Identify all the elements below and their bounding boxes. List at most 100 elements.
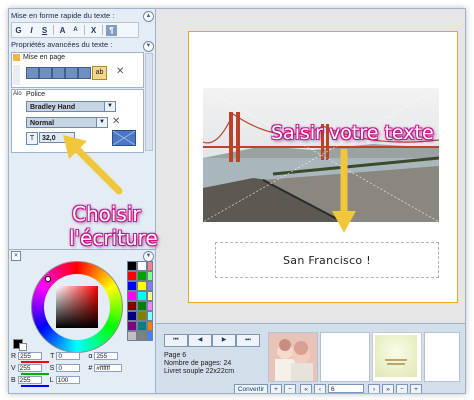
palette-color[interactable] xyxy=(127,281,137,291)
palette-color[interactable] xyxy=(127,261,137,271)
align-vertical-button[interactable] xyxy=(78,67,91,79)
palette-color[interactable] xyxy=(127,311,137,321)
palette-color[interactable] xyxy=(137,311,147,321)
next-page-small-button[interactable]: › xyxy=(368,384,380,393)
palette-color[interactable] xyxy=(127,321,137,331)
italic-button[interactable]: I xyxy=(26,25,37,36)
thumbnail-text-line xyxy=(385,359,407,361)
format-label: Livret souple 22x22cm xyxy=(164,368,235,375)
page-thumbnail[interactable] xyxy=(268,332,318,382)
palette-color[interactable] xyxy=(147,291,153,301)
underline-button[interactable]: S xyxy=(39,25,50,36)
palette-color[interactable] xyxy=(137,331,147,341)
alpha-label: α xyxy=(88,352,93,360)
palette-color[interactable] xyxy=(147,261,153,271)
font-name-dropdown[interactable]: Bradley Hand ▼ xyxy=(26,101,116,112)
toolbar-separator xyxy=(53,25,54,35)
previous-page-button[interactable]: ◀ xyxy=(188,334,212,347)
portrait-thumbnail-image xyxy=(269,333,317,381)
golden-gate-photo[interactable] xyxy=(203,88,439,222)
palette-color[interactable] xyxy=(147,321,153,331)
blue-input[interactable]: 255 xyxy=(17,376,42,384)
align-center-button[interactable] xyxy=(39,67,52,79)
palette-color[interactable] xyxy=(147,301,153,311)
close-layout-icon[interactable]: ✕ xyxy=(116,66,124,77)
paragraph-button[interactable]: ¶ xyxy=(106,24,117,36)
prev-page-small-button[interactable]: ‹ xyxy=(314,384,326,393)
photo-image xyxy=(203,88,439,222)
next-page-button[interactable]: ▶ xyxy=(212,334,236,347)
close-color-panel-icon[interactable]: ✕ xyxy=(11,251,21,261)
rgb-label: R xyxy=(11,352,17,360)
zoom-out-button[interactable]: − xyxy=(396,384,408,393)
l-label: L xyxy=(49,376,54,384)
collapse-quick-format-icon[interactable]: ▲ xyxy=(143,11,154,22)
first-page-button[interactable]: ⏮ xyxy=(164,334,188,347)
palette-color[interactable] xyxy=(137,301,147,311)
red-input[interactable]: 255 xyxy=(18,352,43,360)
s-input[interactable]: 0 xyxy=(56,364,81,372)
remove-page-button[interactable]: − xyxy=(284,384,296,393)
clear-format-button[interactable]: X xyxy=(88,25,99,36)
palette-color[interactable] xyxy=(147,331,153,341)
palette-color[interactable] xyxy=(127,301,137,311)
palette-color[interactable] xyxy=(137,291,147,301)
panel-scrollbar[interactable] xyxy=(145,53,153,151)
app-window: Mise en forme rapide du texte : ▲ G I S … xyxy=(8,8,466,394)
page-thumbnail[interactable] xyxy=(320,332,370,382)
palette-color[interactable] xyxy=(147,271,153,281)
green-input[interactable]: 255 xyxy=(17,364,42,372)
font-style-dropdown[interactable]: Normal ▼ xyxy=(26,117,108,128)
alpha-input[interactable]: 255 xyxy=(94,352,119,360)
page-thumbnail[interactable] xyxy=(372,332,422,382)
quick-format-toolbar: G I S A A X ¶ xyxy=(11,22,139,38)
palette-color[interactable] xyxy=(147,311,153,321)
font-grow-button[interactable]: A xyxy=(57,25,68,36)
arrow-up-left-icon xyxy=(63,135,123,195)
palette-color[interactable] xyxy=(127,271,137,281)
l-input[interactable]: 100 xyxy=(55,376,80,384)
bold-button[interactable]: G xyxy=(13,25,24,36)
layout-side-tab xyxy=(13,65,20,85)
font-name-value: Bradley Hand xyxy=(30,104,76,111)
hex-input[interactable]: #ffffff xyxy=(94,364,123,372)
align-left-button[interactable] xyxy=(26,67,39,79)
floral-thumbnail-image xyxy=(375,335,417,377)
font-shrink-button[interactable]: A xyxy=(70,25,81,36)
palette-color[interactable] xyxy=(147,281,153,291)
t-input[interactable]: 0 xyxy=(56,352,81,360)
convert-button[interactable]: Convertir xyxy=(234,384,268,393)
font-side-label: Alo xyxy=(13,91,22,97)
page-number-input[interactable]: 6 xyxy=(328,384,364,393)
align-justify-button[interactable] xyxy=(65,67,78,79)
album-page[interactable]: San Francisco ! xyxy=(188,31,458,303)
blue-slider[interactable] xyxy=(21,385,49,387)
chevron-down-icon: ▼ xyxy=(104,102,115,111)
palette-color[interactable] xyxy=(127,291,137,301)
palette-color[interactable] xyxy=(137,271,147,281)
align-right-button[interactable] xyxy=(52,67,65,79)
previous-color-swatch[interactable] xyxy=(19,343,27,351)
collapse-advanced-icon[interactable]: ▼ xyxy=(143,41,154,52)
color-square[interactable] xyxy=(56,286,98,328)
left-panel: Mise en forme rapide du texte : ▲ G I S … xyxy=(9,9,156,393)
add-page-button[interactable]: + xyxy=(270,384,282,393)
palette-color[interactable] xyxy=(127,331,137,341)
close-font-icon[interactable]: ✕ xyxy=(112,116,120,127)
hue-picker-handle[interactable] xyxy=(45,276,51,282)
palette-color[interactable] xyxy=(137,321,147,331)
last-page-button[interactable]: ⏭ xyxy=(236,334,260,347)
last-page-small-button[interactable]: » xyxy=(382,384,394,393)
color-wheel[interactable] xyxy=(31,261,123,353)
page-thumbnail[interactable] xyxy=(424,332,460,382)
text-size-icon[interactable]: T xyxy=(26,132,38,145)
rgb-label: V xyxy=(11,364,16,372)
text-zone[interactable]: San Francisco ! xyxy=(215,242,439,278)
text-box-style-button[interactable]: ab xyxy=(92,66,107,80)
palette-color[interactable] xyxy=(137,261,147,271)
page-label: Page 6 xyxy=(164,352,187,359)
first-page-small-button[interactable]: « xyxy=(300,384,312,393)
palette-color[interactable] xyxy=(137,281,147,291)
zoom-in-button[interactable]: + xyxy=(410,384,422,393)
toolbar-separator xyxy=(102,25,103,35)
